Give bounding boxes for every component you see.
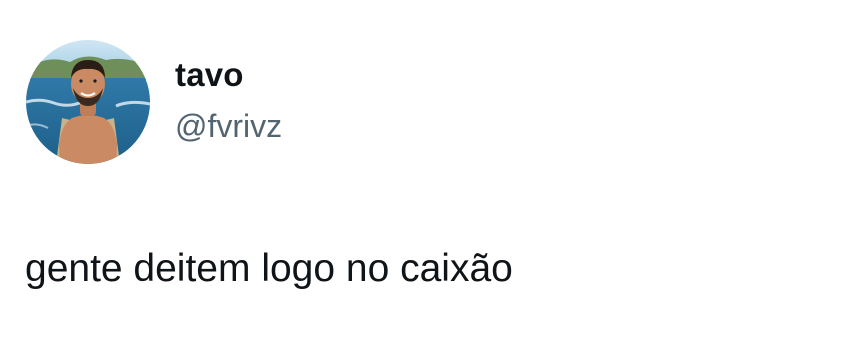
avatar[interactable] <box>26 40 150 164</box>
display-name[interactable]: tavo <box>175 55 244 95</box>
tweet-card: tavo @fvrivz gente deitem logo no caixão <box>0 0 866 354</box>
user-handle[interactable]: @fvrivz <box>175 106 282 146</box>
profile-photo-icon <box>26 40 150 164</box>
tweet-text: gente deitem logo no caixão <box>25 247 513 290</box>
